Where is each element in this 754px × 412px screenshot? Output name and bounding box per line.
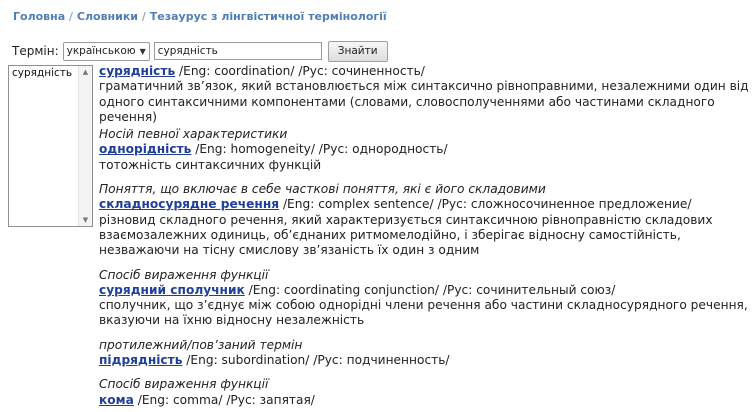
relation-note: Спосіб вираження функції <box>99 377 269 392</box>
related-term: Поняття, що включає в себе часткові поня… <box>99 182 749 258</box>
language-select-value: українською <box>66 45 136 57</box>
language-select[interactable]: українською ▼ <box>62 41 150 61</box>
breadcrumb: Головна / Словники / Тезаурус з лінгвіст… <box>13 10 387 23</box>
related-term-translations: /Eng: coordinating conjunction/ /Рус: со… <box>244 282 616 297</box>
related-term-translations: /Eng: comma/ /Рус: запятая/ <box>133 392 315 407</box>
relation-note: протилежний/пов’заний термін <box>99 337 303 352</box>
search-bar: Термін: українською ▼ сурядність Знайти <box>12 40 388 62</box>
find-button[interactable]: Знайти <box>327 40 388 62</box>
related-term-heading: однорідність /Eng: homogeneity/ /Рус: од… <box>99 142 749 157</box>
entry-content: сурядність /Eng: coordination/ /Рус: соч… <box>99 64 749 408</box>
related-term-link[interactable]: підрядність <box>99 353 182 367</box>
related-term-definition: тотожність синтаксичних функцій <box>99 157 322 172</box>
main-term-link[interactable]: сурядність <box>99 64 175 78</box>
main-entry-heading: сурядність /Eng: coordination/ /Рус: соч… <box>99 64 749 79</box>
related-term-link[interactable]: однорідність <box>99 142 191 156</box>
breadcrumb-separator: / <box>69 10 74 23</box>
related-term: Спосіб вираження функції сурядний сполуч… <box>99 268 749 329</box>
related-term-translations: /Eng: homogeneity/ /Рус: однородность/ <box>191 142 448 157</box>
related-term-link[interactable]: кома <box>99 393 134 407</box>
related-term: Спосіб вираження функції кома /Eng: comm… <box>99 377 749 408</box>
relation-note: Поняття, що включає в себе часткові поня… <box>99 182 546 197</box>
related-term-heading: сурядний сполучник /Eng: coordinating co… <box>99 283 749 298</box>
term-search-input[interactable]: сурядність <box>153 42 322 60</box>
relation-note: Носій певної характеристики <box>99 127 288 142</box>
main-term-definition: граматичний зв’язок, який встановлюється… <box>99 79 749 124</box>
related-term-heading: складносурядне речення /Eng: complex sen… <box>99 197 749 212</box>
breadcrumb-home-link[interactable]: Головна <box>13 10 65 23</box>
results-listbox[interactable]: сурядність ▲ ▼ <box>8 65 93 227</box>
related-term: Носій певної характеристики однорідність… <box>99 127 749 173</box>
related-term-definition: сполучник, що з’єднує між собою однорідн… <box>99 298 748 328</box>
related-term-definition: різновид складного речення, який характе… <box>99 212 713 258</box>
main-term-translations: /Eng: coordination/ /Рус: сочиненность/ <box>175 64 425 78</box>
listbox-scrollbar[interactable]: ▲ ▼ <box>78 66 92 226</box>
related-term-translations: /Eng: complex sentence/ /Рус: сложносочи… <box>279 197 692 212</box>
breadcrumb-current[interactable]: Тезаурус з лінгвістичної термінології <box>150 10 387 23</box>
related-term-heading: кома /Eng: comma/ /Рус: запятая/ <box>99 393 749 408</box>
breadcrumb-separator: / <box>141 10 146 23</box>
chevron-down-icon: ▼ <box>139 46 146 56</box>
related-term: протилежний/пов’заний термін підрядність… <box>99 338 749 369</box>
scroll-down-arrow-icon[interactable]: ▼ <box>79 214 92 226</box>
term-label: Термін: <box>12 44 59 58</box>
related-term-link[interactable]: складносурядне речення <box>99 197 279 211</box>
main-entry: сурядність /Eng: coordination/ /Рус: соч… <box>99 64 749 125</box>
scroll-up-arrow-icon[interactable]: ▲ <box>79 66 92 78</box>
related-term-link[interactable]: сурядний сполучник <box>99 283 245 297</box>
relation-note: Спосіб вираження функції <box>99 267 269 282</box>
related-term-heading: підрядність /Eng: subordination/ /Рус: п… <box>99 353 749 368</box>
breadcrumb-dictionaries-link[interactable]: Словники <box>77 10 138 23</box>
related-term-translations: /Eng: subordination/ /Рус: подчиненность… <box>182 353 450 368</box>
